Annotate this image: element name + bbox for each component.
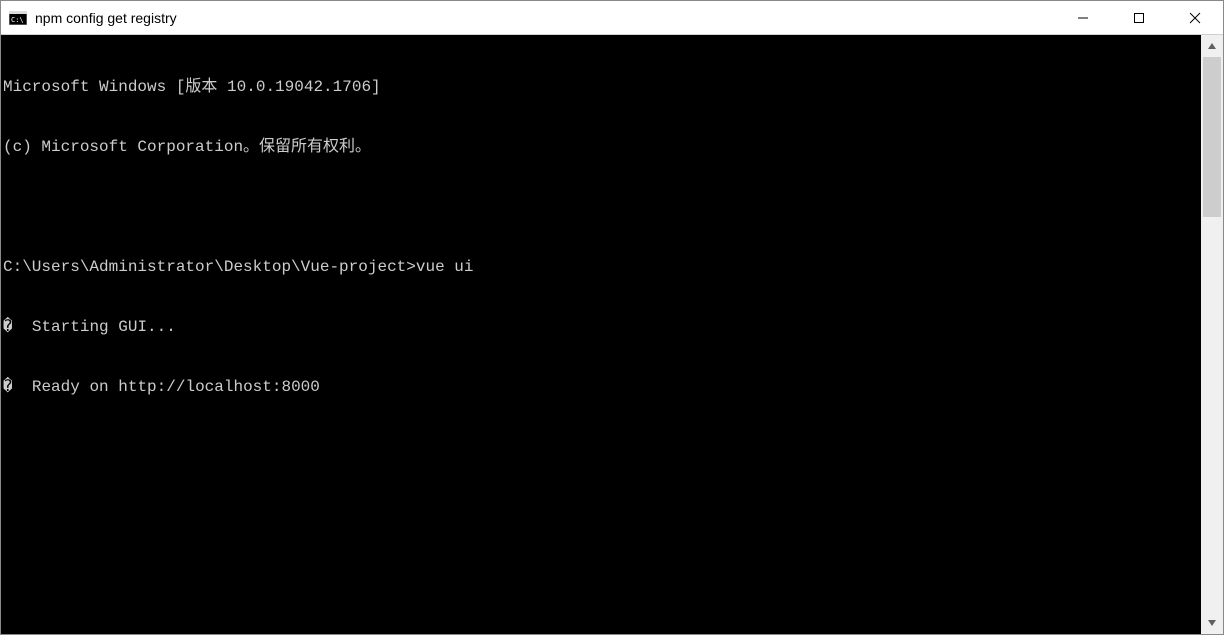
console-line: C:\Users\Administrator\Desktop\Vue-proje… [3,257,1199,277]
console-wrapper: Microsoft Windows [版本 10.0.19042.1706] (… [1,35,1223,634]
console-line: � Ready on http://localhost:8000 [3,377,1199,397]
svg-text:C:\: C:\ [11,16,24,24]
console-line: (c) Microsoft Corporation。保留所有权利。 [3,137,1199,157]
scroll-down-button[interactable] [1201,612,1223,634]
console-line [3,197,1199,217]
maximize-button[interactable] [1111,1,1167,34]
minimize-button[interactable] [1055,1,1111,34]
cmd-icon: C:\ [9,10,27,26]
console-output[interactable]: Microsoft Windows [版本 10.0.19042.1706] (… [1,35,1201,634]
console-line: � Starting GUI... [3,317,1199,337]
window-controls [1055,1,1223,34]
titlebar: C:\ npm config get registry [1,1,1223,35]
scroll-up-button[interactable] [1201,35,1223,57]
window-title: npm config get registry [35,10,1055,26]
vertical-scrollbar[interactable] [1201,35,1223,634]
scroll-track[interactable] [1201,57,1223,612]
scroll-thumb[interactable] [1203,57,1221,217]
console-line: Microsoft Windows [版本 10.0.19042.1706] [3,77,1199,97]
close-button[interactable] [1167,1,1223,34]
